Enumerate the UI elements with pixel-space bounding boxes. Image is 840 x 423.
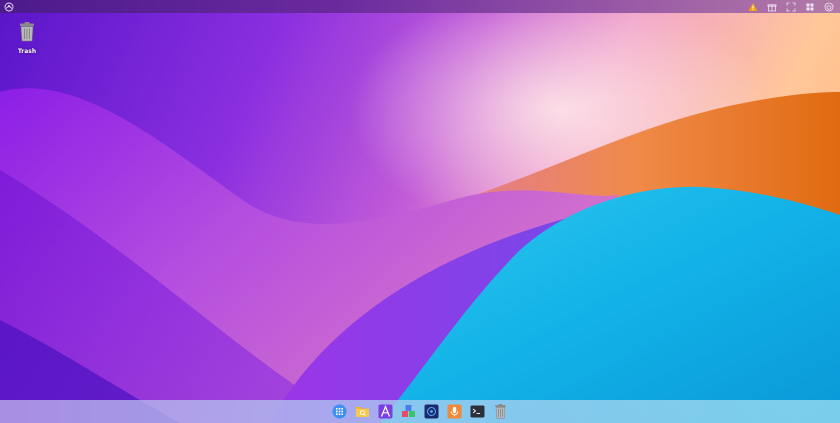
dock-app-store[interactable] [378, 404, 393, 419]
dock-voice-recorder[interactable] [447, 404, 462, 419]
gift-icon[interactable] [767, 2, 777, 12]
desktop [0, 0, 840, 423]
dock-trash[interactable] [493, 404, 508, 419]
monitor-icon [424, 404, 439, 419]
grid-icon[interactable] [805, 2, 815, 12]
dock-file-manager[interactable] [355, 404, 370, 419]
warning-icon[interactable] [748, 2, 758, 12]
app-grid-icon [332, 404, 347, 419]
dock-terminal[interactable] [470, 404, 485, 419]
app-store-icon [378, 404, 393, 419]
trash-icon [18, 22, 36, 46]
top-panel [0, 0, 840, 13]
microphone-icon [447, 404, 462, 419]
wallpaper [0, 88, 840, 423]
dock-system-monitor[interactable] [424, 404, 439, 419]
dock [0, 400, 840, 423]
dock-app-launcher[interactable] [332, 404, 347, 419]
desktop-icon-label: Trash [17, 48, 37, 55]
cubes-icon [402, 405, 415, 417]
terminal-icon [470, 405, 485, 418]
trash-icon [495, 404, 506, 419]
launcher-logo-icon[interactable] [4, 2, 14, 12]
screenshot-icon[interactable] [786, 2, 796, 12]
power-icon[interactable] [824, 2, 834, 12]
desktop-icon-trash[interactable]: Trash [10, 22, 44, 55]
dock-settings-cubes[interactable] [401, 404, 416, 419]
folder-search-icon [356, 407, 369, 417]
